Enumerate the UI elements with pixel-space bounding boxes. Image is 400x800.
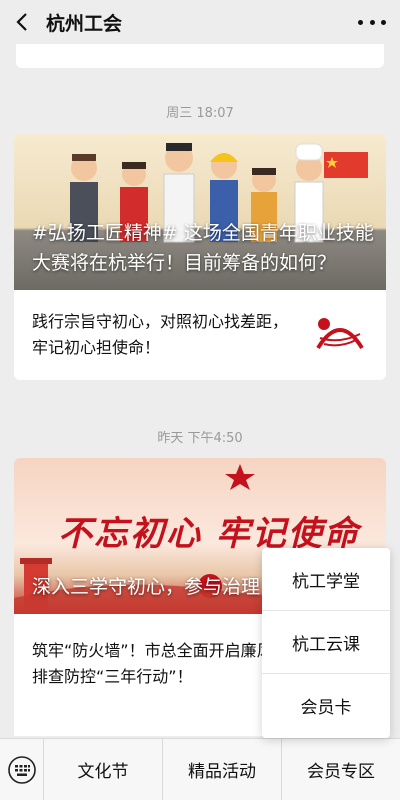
- submenu-item-hanggong-xuetang[interactable]: 杭工学堂: [262, 548, 390, 611]
- keyboard-toggle-button[interactable]: [0, 738, 44, 800]
- previous-article-card[interactable]: [16, 44, 384, 68]
- dot-icon: [381, 19, 386, 25]
- article-cover-image[interactable]: #弘扬工匠精神# 这场全国青年职业技能大赛将在杭举行！目前筹备的如何？: [14, 134, 386, 290]
- back-button[interactable]: [4, 0, 40, 44]
- top-nav-bar: 杭州工会: [0, 0, 400, 44]
- page-title: 杭州工会: [46, 12, 123, 35]
- message-timestamp: 周三 18:07: [166, 106, 234, 121]
- dot-icon: [358, 19, 363, 25]
- menu-tab-member-zone[interactable]: 会员专区: [282, 739, 400, 800]
- submenu-item-hanggong-yunke[interactable]: 杭工云课: [262, 611, 390, 674]
- party-emblem-icon: [310, 304, 370, 364]
- sub-article-title: 践行宗旨守初心，对照初心找差距，牢记初心担使命！: [32, 312, 289, 357]
- sub-article-thumbnail: [310, 304, 370, 364]
- menu-tab-featured-activities[interactable]: 精品活动: [163, 738, 282, 800]
- submenu-item-member-card[interactable]: 会员卡: [262, 674, 390, 737]
- message-timestamp: 昨天 下午4:50: [157, 431, 243, 446]
- submenu-popup: 杭工学堂 杭工云课 会员卡: [262, 548, 390, 738]
- keyboard-icon: [7, 755, 36, 784]
- article-card[interactable]: #弘扬工匠精神# 这场全国青年职业技能大赛将在杭举行！目前筹备的如何？ 践行宗旨…: [14, 134, 386, 380]
- chevron-left-icon: [16, 13, 27, 31]
- article-main-title: #弘扬工匠精神# 这场全国青年职业技能大赛将在杭举行！目前筹备的如何？: [32, 222, 374, 274]
- menu-tab-culture-festival[interactable]: 文化节: [44, 738, 163, 800]
- more-options-button[interactable]: [358, 12, 386, 32]
- dot-icon: [369, 19, 375, 25]
- sub-article-item[interactable]: 践行宗旨守初心，对照初心找差距，牢记初心担使命！: [14, 290, 386, 380]
- bottom-menu-bar: 文化节 精品活动 会员专区: [0, 738, 400, 800]
